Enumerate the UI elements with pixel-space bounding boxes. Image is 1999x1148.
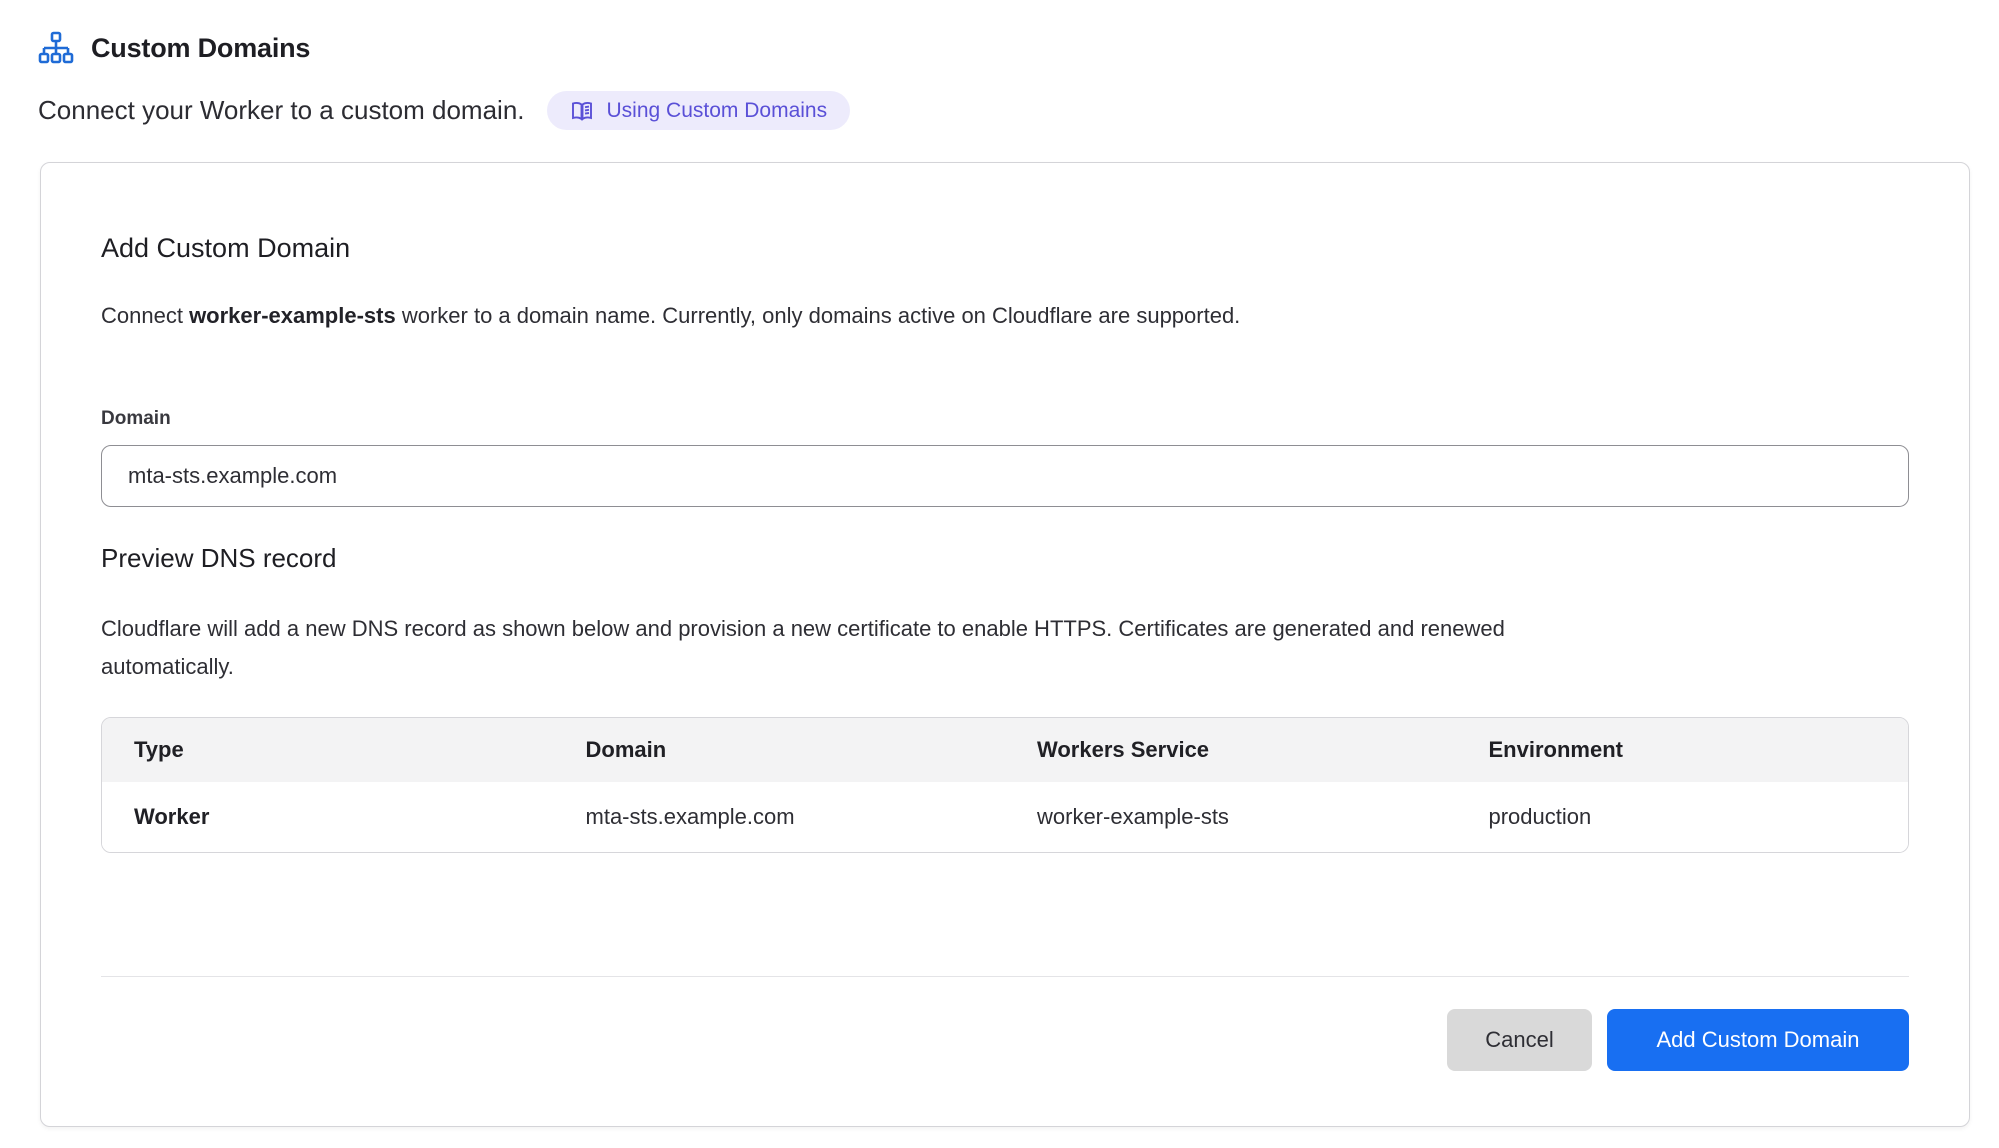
cancel-button[interactable]: Cancel <box>1447 1009 1592 1071</box>
page-title: Custom Domains <box>91 33 310 64</box>
column-header-environment: Environment <box>1457 718 1909 782</box>
cell-environment: production <box>1457 782 1909 852</box>
column-header-workers-service: Workers Service <box>1005 718 1457 782</box>
add-custom-domain-card: Add Custom Domain Connect worker-example… <box>40 162 1970 1127</box>
dialog-heading: Add Custom Domain <box>101 232 1909 264</box>
page-header: Custom Domains Connect your Worker to a … <box>0 0 1999 130</box>
add-custom-domain-button[interactable]: Add Custom Domain <box>1607 1009 1909 1071</box>
open-book-icon <box>570 99 594 123</box>
cell-type: Worker <box>102 782 554 852</box>
domain-field-label: Domain <box>101 408 1909 430</box>
intro-prefix: Connect <box>101 303 189 328</box>
docs-link-badge[interactable]: Using Custom Domains <box>547 91 851 130</box>
dns-preview-table: Type Domain Workers Service Environment … <box>101 717 1909 853</box>
column-header-domain: Domain <box>554 718 1006 782</box>
cell-domain: mta-sts.example.com <box>554 782 1006 852</box>
subtitle-row: Connect your Worker to a custom domain. … <box>38 91 1999 130</box>
page-subtitle: Connect your Worker to a custom domain. <box>38 95 525 126</box>
table-row: Worker mta-sts.example.com worker-exampl… <box>102 782 1908 852</box>
domain-input[interactable] <box>101 445 1909 507</box>
worker-name: worker-example-sts <box>189 303 396 328</box>
title-row: Custom Domains <box>38 30 1999 66</box>
sitemap-icon <box>38 30 74 66</box>
preview-dns-heading: Preview DNS record <box>101 542 1909 574</box>
table-header-row: Type Domain Workers Service Environment <box>102 718 1908 782</box>
intro-text: Connect worker-example-sts worker to a d… <box>101 302 1909 330</box>
dialog-footer: Cancel Add Custom Domain <box>101 976 1909 1071</box>
cell-workers-service: worker-example-sts <box>1005 782 1457 852</box>
intro-suffix: worker to a domain name. Currently, only… <box>396 303 1241 328</box>
docs-link-label: Using Custom Domains <box>607 99 828 123</box>
preview-dns-description: Cloudflare will add a new DNS record as … <box>101 610 1581 686</box>
column-header-type: Type <box>102 718 554 782</box>
